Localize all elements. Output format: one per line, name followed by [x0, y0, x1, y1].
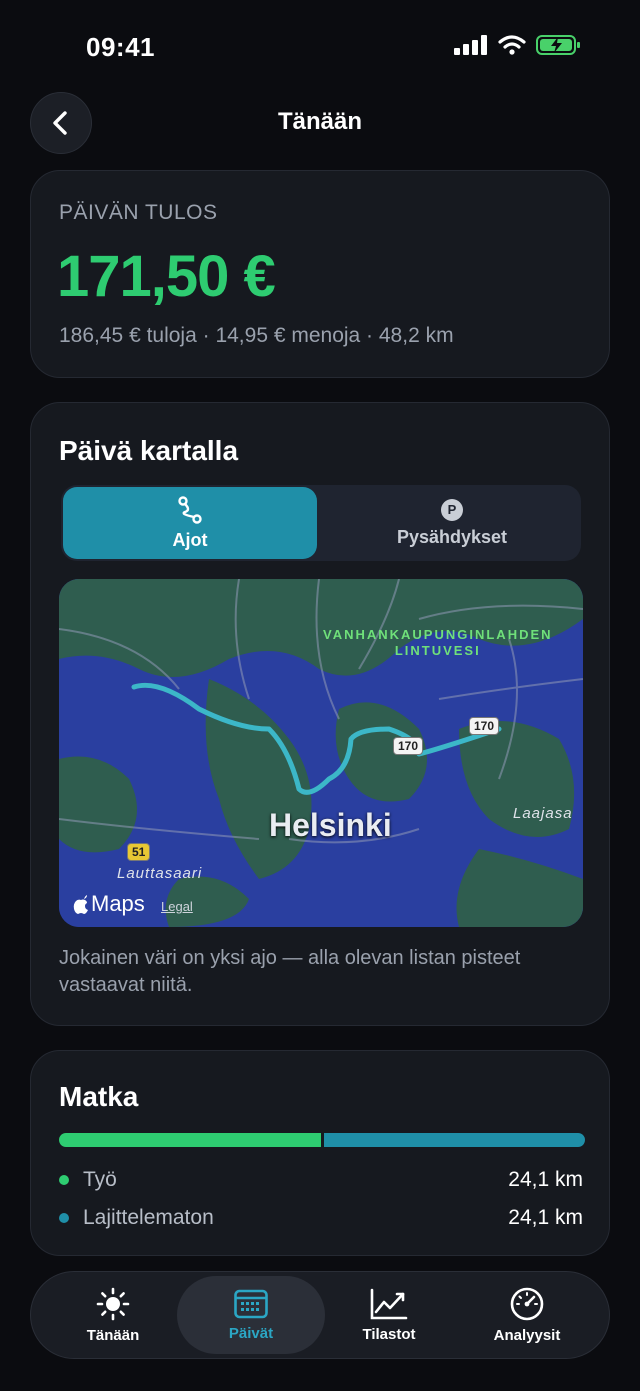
- tab-today-label: Tänään: [86, 1326, 140, 1344]
- map-label-lake-line1: VANHANKAUPUNGINLAHDEN: [323, 627, 553, 642]
- map-mode-segmented-control: Ajot P Pysähdykset: [61, 485, 581, 561]
- distance-card: Matka Työ 24,1 km Lajittelematon 24,1 km: [30, 1050, 610, 1256]
- tab-stats[interactable]: Tilastot: [315, 1276, 463, 1354]
- legal-link[interactable]: Legal: [161, 899, 193, 914]
- apple-logo-icon: [73, 894, 88, 914]
- daily-result-details: 186,45 € tuloja · 14,95 € menoja · 48,2 …: [59, 324, 454, 347]
- maps-attribution-label: Maps: [91, 891, 145, 916]
- tab-today[interactable]: Tänään: [39, 1276, 187, 1354]
- map-label-east: Laajasa: [513, 805, 573, 822]
- map-label-lake-line2: LINTUVESI: [394, 643, 481, 658]
- wifi-icon: [498, 35, 526, 55]
- tab-stats-label: Tilastot: [362, 1325, 416, 1343]
- gauge-icon: [510, 1287, 544, 1320]
- distance-row-unsorted: Lajittelematon 24,1 km: [59, 1203, 583, 1233]
- sun-icon: [96, 1287, 130, 1320]
- distance-card-title: Matka: [59, 1081, 139, 1112]
- daily-result-card: PÄIVÄN TULOS 171,50 € 186,45 € tuloja · …: [30, 170, 610, 378]
- page-title: Tänään: [277, 108, 363, 135]
- distance-row-label: Lajittelematon: [83, 1206, 214, 1229]
- distance-bar-unsorted: [323, 1133, 585, 1147]
- tab-analysis-label: Analyysit: [493, 1326, 561, 1344]
- daily-result-label: PÄIVÄN TULOS: [59, 201, 218, 224]
- day-map-card: Päivä kartalla Ajot P Pysähdykset VANHAN…: [30, 402, 610, 1026]
- tab-analysis[interactable]: Analyysit: [453, 1276, 601, 1354]
- distance-row-label: Työ: [83, 1168, 117, 1191]
- tab-days-label: Päivät: [228, 1324, 274, 1342]
- map-label-lake: VANHANKAUPUNGINLAHDEN LINTUVESI: [323, 627, 553, 659]
- status-bar: 09:41: [0, 0, 640, 90]
- map-card-title: Päivä kartalla: [59, 435, 239, 466]
- route-icon: [178, 495, 202, 524]
- signal-icon: [454, 35, 487, 55]
- status-icons: [454, 34, 582, 56]
- distance-row-work: Työ 24,1 km: [59, 1165, 583, 1195]
- day-map[interactable]: VANHANKAUPUNGINLAHDEN LINTUVESI 170 170 …: [59, 579, 583, 927]
- calendar-icon: [234, 1289, 268, 1318]
- segment-stops-label: Pysähdykset: [396, 526, 508, 547]
- tab-days[interactable]: Päivät: [177, 1276, 325, 1354]
- segment-rides-label: Ajot: [172, 529, 208, 550]
- parking-icon: P: [441, 498, 463, 521]
- segment-rides[interactable]: Ajot: [63, 487, 317, 559]
- map-label-district: Lauttasaari: [117, 865, 203, 882]
- segment-stops[interactable]: P Pysähdykset: [325, 487, 579, 559]
- battery-charging-icon: [536, 35, 580, 55]
- distance-bar-work: [59, 1133, 321, 1147]
- legend-dot: [59, 1175, 69, 1185]
- road-shield: 170: [469, 717, 500, 735]
- tab-bar: Tänään Päivät Tilastot Analyysit: [30, 1271, 610, 1359]
- distance-row-value: 24,1 km: [508, 1206, 583, 1229]
- chart-icon: [370, 1288, 408, 1319]
- road-shield: 51: [127, 843, 151, 861]
- map-description: Jokainen väri on yksi ajo — alla olevan …: [59, 947, 521, 996]
- road-shield: 170: [393, 737, 424, 755]
- status-time: 09:41: [86, 32, 155, 62]
- distance-row-value: 24,1 km: [508, 1168, 583, 1191]
- map-label-city: Helsinki: [269, 807, 392, 843]
- distance-split-bar: [59, 1133, 585, 1147]
- legend-dot: [59, 1213, 69, 1223]
- maps-attribution: Maps: [73, 891, 145, 917]
- daily-result-amount: 171,50 €: [57, 244, 276, 309]
